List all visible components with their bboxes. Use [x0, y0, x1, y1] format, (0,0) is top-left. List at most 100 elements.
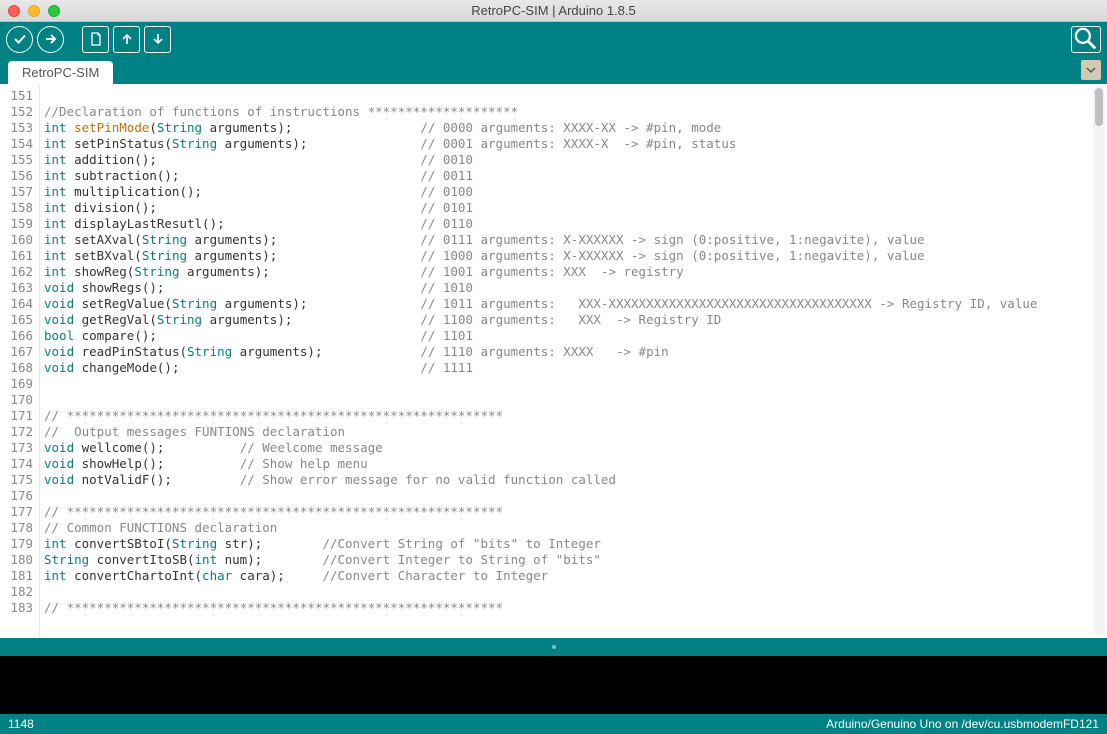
- line-number: 174: [2, 456, 33, 472]
- line-number: 175: [2, 472, 33, 488]
- line-number: 177: [2, 504, 33, 520]
- code-line[interactable]: void showHelp(); // Show help menu: [44, 456, 1103, 472]
- line-number: 158: [2, 200, 33, 216]
- line-number: 155: [2, 152, 33, 168]
- arrow-up-icon: [119, 31, 135, 47]
- code-line[interactable]: int setPinStatus(String arguments); // 0…: [44, 136, 1103, 152]
- line-number: 164: [2, 296, 33, 312]
- code-line[interactable]: // *************************************…: [44, 600, 1103, 616]
- code-line[interactable]: [44, 88, 1103, 104]
- resize-handle-icon[interactable]: [552, 645, 556, 649]
- line-number: 153: [2, 120, 33, 136]
- code-line[interactable]: void setRegValue(String arguments); // 1…: [44, 296, 1103, 312]
- window-close-button[interactable]: [8, 5, 20, 17]
- status-bar: 1148 Arduino/Genuino Uno on /dev/cu.usbm…: [0, 714, 1107, 734]
- scrollbar-thumb[interactable]: [1095, 88, 1103, 126]
- code-line[interactable]: [44, 488, 1103, 504]
- code-line[interactable]: [44, 584, 1103, 600]
- line-number: 179: [2, 536, 33, 552]
- line-number: 161: [2, 248, 33, 264]
- window-title: RetroPC-SIM | Arduino 1.8.5: [0, 3, 1107, 18]
- code-line[interactable]: int addition(); // 0010: [44, 152, 1103, 168]
- code-line[interactable]: [44, 376, 1103, 392]
- code-line[interactable]: [44, 392, 1103, 408]
- code-line[interactable]: String convertItoSB(int num); //Convert …: [44, 552, 1103, 568]
- line-number: 183: [2, 600, 33, 616]
- code-line[interactable]: int setPinMode(String arguments); // 000…: [44, 120, 1103, 136]
- line-number: 167: [2, 344, 33, 360]
- line-number: 176: [2, 488, 33, 504]
- code-line[interactable]: int division(); // 0101: [44, 200, 1103, 216]
- code-editor[interactable]: 1511521531541551561571581591601611621631…: [0, 84, 1107, 638]
- arrow-right-icon: [43, 31, 59, 47]
- code-line[interactable]: //Declaration of functions of instructio…: [44, 104, 1103, 120]
- line-number: 157: [2, 184, 33, 200]
- toolbar: [0, 22, 1107, 56]
- line-number: 162: [2, 264, 33, 280]
- line-number: 165: [2, 312, 33, 328]
- status-board-port: Arduino/Genuino Uno on /dev/cu.usbmodemF…: [826, 717, 1099, 731]
- line-number: 169: [2, 376, 33, 392]
- code-line[interactable]: void changeMode(); // 1111: [44, 360, 1103, 376]
- line-number: 154: [2, 136, 33, 152]
- code-line[interactable]: void notValidF(); // Show error message …: [44, 472, 1103, 488]
- line-number: 172: [2, 424, 33, 440]
- code-line[interactable]: int multiplication(); // 0100: [44, 184, 1103, 200]
- status-line-number: 1148: [8, 717, 34, 731]
- line-number: 182: [2, 584, 33, 600]
- sketch-tab[interactable]: RetroPC-SIM: [8, 61, 113, 84]
- traffic-lights: [8, 5, 60, 17]
- save-button[interactable]: [144, 26, 171, 53]
- code-line[interactable]: // *************************************…: [44, 408, 1103, 424]
- line-number: 168: [2, 360, 33, 376]
- chevron-down-icon: [1086, 65, 1096, 75]
- code-line[interactable]: // Output messages FUNTIONS declaration: [44, 424, 1103, 440]
- open-button[interactable]: [113, 26, 140, 53]
- line-number: 171: [2, 408, 33, 424]
- line-number: 166: [2, 328, 33, 344]
- window-maximize-button[interactable]: [48, 5, 60, 17]
- tab-bar: RetroPC-SIM: [0, 56, 1107, 84]
- code-line[interactable]: int convertSBtoI(String str); //Convert …: [44, 536, 1103, 552]
- code-line[interactable]: // Common FUNCTIONS declaration: [44, 520, 1103, 536]
- line-number: 170: [2, 392, 33, 408]
- tab-menu-button[interactable]: [1081, 60, 1101, 80]
- serial-monitor-button[interactable]: [1071, 26, 1101, 53]
- line-number: 178: [2, 520, 33, 536]
- message-bar: [0, 638, 1107, 656]
- code-line[interactable]: int displayLastResutl(); // 0110: [44, 216, 1103, 232]
- code-line[interactable]: int setAXval(String arguments); // 0111 …: [44, 232, 1103, 248]
- arrow-down-icon: [150, 31, 166, 47]
- code-line[interactable]: void wellcome(); // Weelcome message: [44, 440, 1103, 456]
- line-number: 160: [2, 232, 33, 248]
- line-number: 173: [2, 440, 33, 456]
- new-button[interactable]: [82, 26, 109, 53]
- code-line[interactable]: bool compare(); // 1101: [44, 328, 1103, 344]
- file-icon: [88, 31, 104, 47]
- vertical-scrollbar[interactable]: [1093, 86, 1105, 636]
- code-line[interactable]: void showRegs(); // 1010: [44, 280, 1103, 296]
- line-number: 159: [2, 216, 33, 232]
- window-minimize-button[interactable]: [28, 5, 40, 17]
- code-line[interactable]: // *************************************…: [44, 504, 1103, 520]
- code-line[interactable]: int setBXval(String arguments); // 1000 …: [44, 248, 1103, 264]
- line-number: 151: [2, 88, 33, 104]
- output-console[interactable]: [0, 656, 1107, 714]
- magnifier-icon: [1072, 25, 1100, 53]
- window-titlebar: RetroPC-SIM | Arduino 1.8.5: [0, 0, 1107, 22]
- code-line[interactable]: int subtraction(); // 0011: [44, 168, 1103, 184]
- code-line[interactable]: int convertChartoInt(char cara); //Conve…: [44, 568, 1103, 584]
- line-number: 156: [2, 168, 33, 184]
- check-icon: [12, 31, 28, 47]
- line-number: 163: [2, 280, 33, 296]
- code-line[interactable]: void getRegVal(String arguments); // 110…: [44, 312, 1103, 328]
- code-line[interactable]: int showReg(String arguments); // 1001 a…: [44, 264, 1103, 280]
- line-number: 180: [2, 552, 33, 568]
- verify-button[interactable]: [6, 26, 33, 53]
- code-content[interactable]: //Declaration of functions of instructio…: [40, 84, 1107, 638]
- line-number: 152: [2, 104, 33, 120]
- line-number-gutter: 1511521531541551561571581591601611621631…: [0, 84, 40, 638]
- line-number: 181: [2, 568, 33, 584]
- upload-button[interactable]: [37, 26, 64, 53]
- code-line[interactable]: void readPinStatus(String arguments); //…: [44, 344, 1103, 360]
